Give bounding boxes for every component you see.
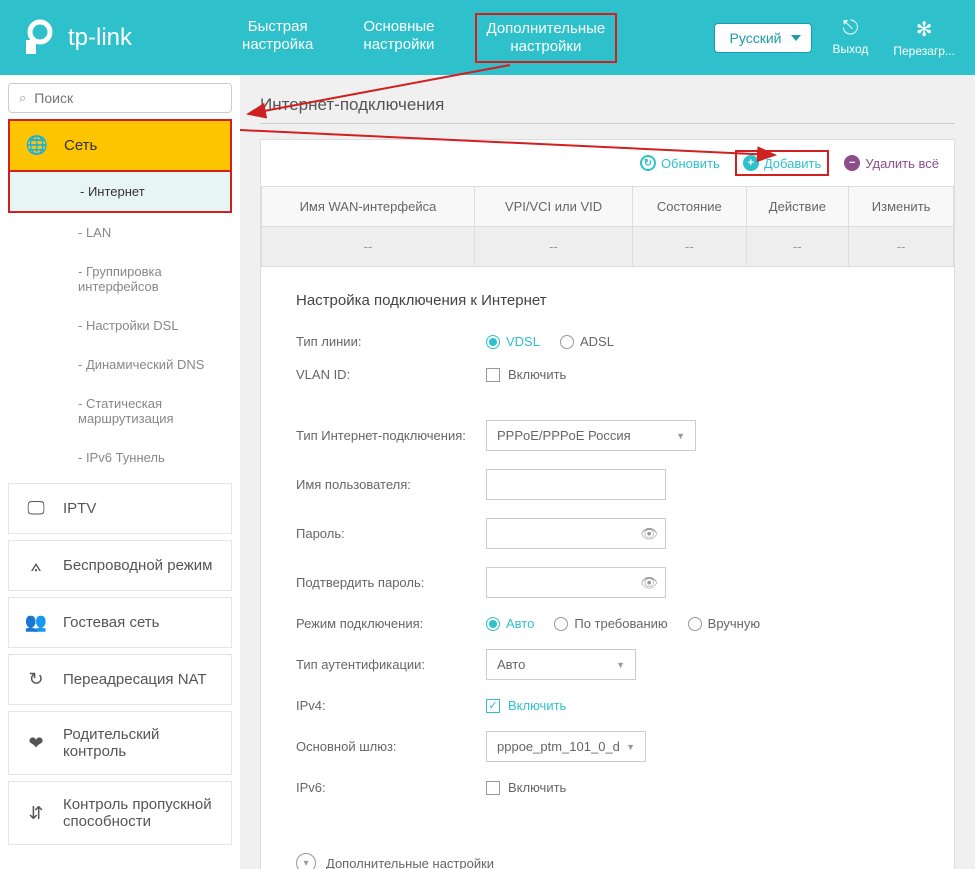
sidebar-item-bandwidth[interactable]: ⇵ Контроль пропускной способности [8, 781, 232, 845]
delete-all-button[interactable]: − Удалить всё [844, 155, 939, 171]
add-button[interactable]: + Добавить [735, 150, 829, 176]
nat-icon: ↻ [24, 669, 48, 690]
header: tp-link Быстрая настройка Основные настр… [0, 0, 975, 75]
table-toolbar: ↻ Обновить + Добавить − Удалить всё [261, 140, 954, 186]
label-username: Имя пользователя: [296, 477, 486, 492]
sidebar-item-iptv[interactable]: 🖵 IPTV [8, 483, 232, 534]
sidebar-sub-dsl[interactable]: - Настройки DSL [8, 306, 232, 345]
search-box[interactable]: ⌕ [8, 83, 232, 113]
label-ipv4: IPv4: [296, 698, 486, 713]
sidebar-sub-grouping[interactable]: - Группировка интерфейсов [8, 252, 232, 306]
header-actions: ⎋ Выход ✻ Перезагр... [832, 17, 955, 58]
expand-advanced-settings[interactable]: ▾ Дополнительные настройки [261, 838, 954, 869]
th-vpi-vci: VPI/VCI или VID [474, 187, 632, 227]
sidebar-item-parental[interactable]: ❤ Родительский контроль [8, 711, 232, 775]
th-wan-name: Имя WAN-интерфейса [262, 187, 475, 227]
users-icon: 👥 [24, 612, 48, 633]
wifi-icon: ⟑ [24, 555, 48, 576]
minus-icon: − [844, 155, 860, 171]
label-vlan-id: VLAN ID: [296, 367, 486, 382]
th-status: Состояние [633, 187, 746, 227]
radio-vdsl[interactable]: VDSL [486, 334, 540, 349]
globe-icon: 🌐 [25, 135, 49, 156]
label-password-confirm: Подтвердить пароль: [296, 575, 486, 590]
tplink-logo-icon [20, 18, 60, 58]
bandwidth-icon: ⇵ [24, 803, 48, 824]
brand-logo: tp-link [20, 18, 132, 58]
refresh-icon: ↻ [640, 155, 656, 171]
label-line-type: Тип линии: [296, 334, 486, 349]
sidebar-sub-static-routing[interactable]: - Статическая маршрутизация [8, 384, 232, 438]
sidebar: ⌕ 🌐 Сеть - Интернет - LAN - Группировка … [0, 75, 240, 869]
label-conn-type: Тип Интернет-подключения: [296, 428, 486, 443]
select-conn-type[interactable]: PPPoE/PPPoE Россия [486, 420, 696, 451]
sidebar-item-network[interactable]: 🌐 Сеть [8, 119, 232, 172]
label-ipv6: IPv6: [296, 780, 486, 795]
radio-adsl[interactable]: ADSL [560, 334, 614, 349]
page-title: Интернет-подключения [260, 95, 955, 124]
radio-mode-demand[interactable]: По требованию [554, 616, 667, 631]
sidebar-internet-active-wrap: - Интернет [8, 172, 232, 213]
radio-mode-manual[interactable]: Вручную [688, 616, 760, 631]
label-auth-type: Тип аутентификации: [296, 657, 486, 672]
label-password: Пароль: [296, 526, 486, 541]
input-password-confirm[interactable] [486, 567, 666, 598]
nav-basic[interactable]: Основные настройки [353, 13, 444, 63]
input-username[interactable] [486, 469, 666, 500]
sidebar-item-nat[interactable]: ↻ Переадресация NAT [8, 654, 232, 705]
tv-icon: 🖵 [24, 498, 48, 519]
th-action: Действие [746, 187, 849, 227]
checkbox-ipv4-enable[interactable]: ✓Включить [486, 698, 566, 713]
brand-text: tp-link [68, 24, 132, 52]
nav-advanced[interactable]: Дополнительные настройки [475, 13, 618, 63]
radio-mode-auto[interactable]: Авто [486, 616, 534, 631]
connections-table: Имя WAN-интерфейса VPI/VCI или VID Состо… [261, 186, 954, 267]
checkbox-ipv6-enable[interactable]: Включить [486, 780, 566, 795]
eye-icon[interactable]: 👁 [640, 574, 658, 591]
sidebar-sub-internet[interactable]: - Интернет [10, 172, 230, 211]
refresh-button[interactable]: ↻ Обновить [640, 155, 720, 171]
select-gateway[interactable]: pppoe_ptm_101_0_d [486, 731, 646, 762]
search-icon: ⌕ [19, 90, 26, 106]
form-heading: Настройка подключения к Интернет [296, 292, 919, 309]
th-edit: Изменить [849, 187, 954, 227]
connections-panel: ↻ Обновить + Добавить − Удалить всё Имя … [260, 139, 955, 869]
label-gateway: Основной шлюз: [296, 739, 486, 754]
language-select[interactable]: Русский [714, 23, 813, 53]
label-conn-mode: Режим подключения: [296, 616, 486, 631]
search-input[interactable] [34, 90, 221, 106]
input-password[interactable] [486, 518, 666, 549]
sidebar-sub-ipv6-tunnel[interactable]: - IPv6 Туннель [8, 438, 232, 477]
eye-icon[interactable]: 👁 [640, 525, 658, 542]
reboot-icon: ✻ [893, 17, 955, 42]
sidebar-item-guest[interactable]: 👥 Гостевая сеть [8, 597, 232, 648]
sidebar-sub-ddns[interactable]: - Динамический DNS [8, 345, 232, 384]
sidebar-network-submenu: - LAN - Группировка интерфейсов - Настро… [8, 213, 232, 477]
sidebar-item-wireless[interactable]: ⟑ Беспроводной режим [8, 540, 232, 591]
nav-quick-setup[interactable]: Быстрая настройка [232, 13, 323, 63]
heart-icon: ❤ [24, 733, 48, 754]
table-row-empty: -- -- -- -- -- [262, 227, 954, 267]
sidebar-sub-lan[interactable]: - LAN [8, 213, 232, 252]
content-area: Интернет-подключения ↻ Обновить + Добави… [240, 75, 975, 869]
select-auth-type[interactable]: Авто [486, 649, 636, 680]
chevron-down-icon: ▾ [296, 853, 316, 869]
checkbox-vlan-enable[interactable]: Включить [486, 367, 566, 382]
connection-form: Настройка подключения к Интернет Тип лин… [261, 267, 954, 838]
reboot-button[interactable]: ✻ Перезагр... [893, 17, 955, 58]
logout-button[interactable]: ⎋ Выход [832, 17, 868, 58]
logout-icon: ⎋ [832, 17, 868, 40]
plus-icon: + [743, 155, 759, 171]
top-nav: Быстрая настройка Основные настройки Доп… [232, 13, 617, 63]
